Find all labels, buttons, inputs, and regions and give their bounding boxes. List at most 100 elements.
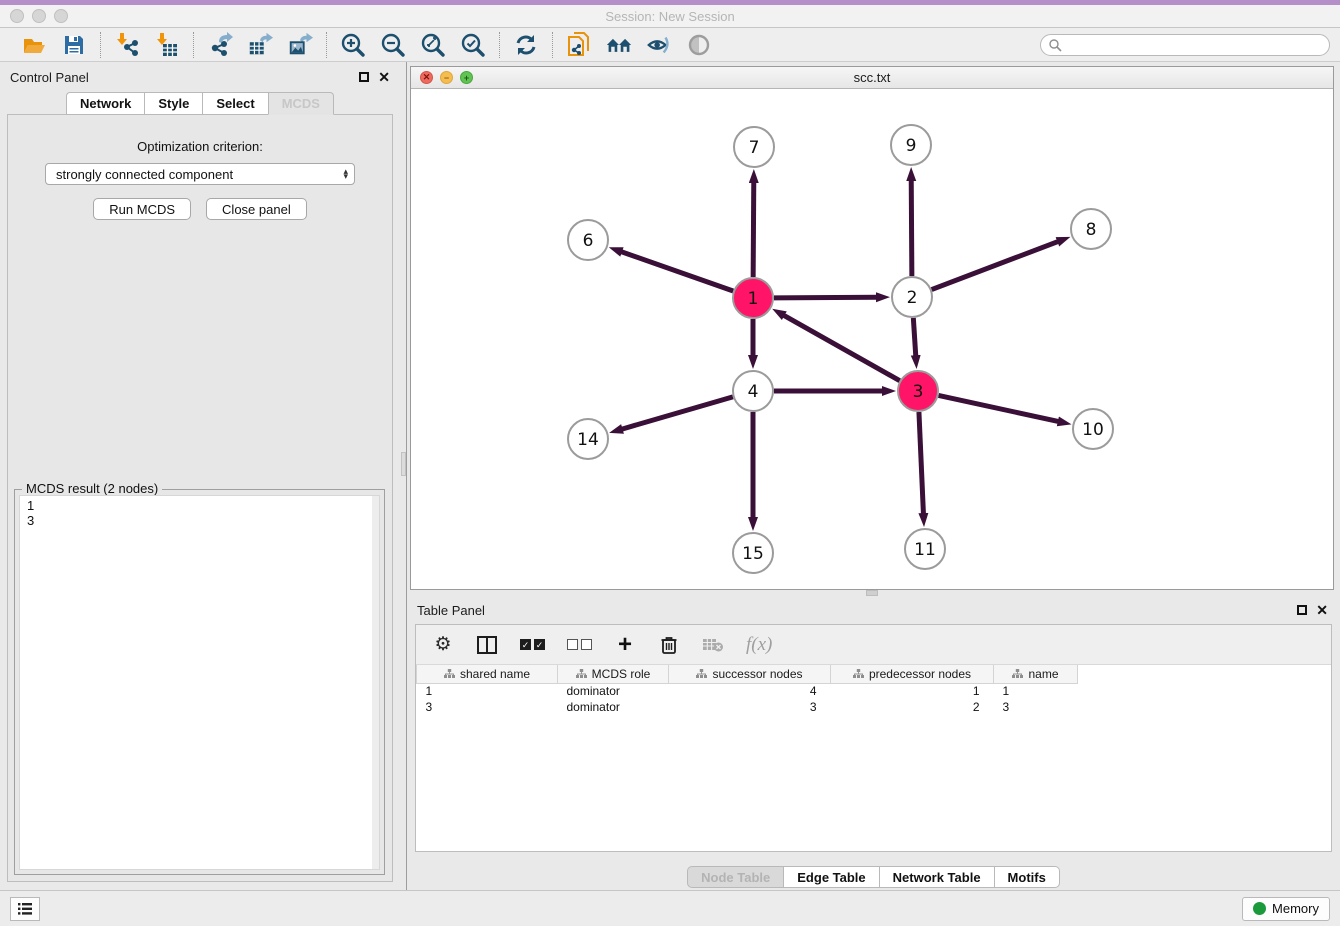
graph-node-11[interactable]: 11 — [905, 529, 945, 569]
export-network-button[interactable] — [207, 32, 233, 58]
network-file-icon — [566, 31, 592, 59]
mcds-result-group: MCDS result (2 nodes) 1 3 — [14, 489, 385, 875]
cell-shared-name[interactable]: 1 — [417, 683, 558, 699]
split-columns-button[interactable] — [476, 633, 498, 657]
column-header-name[interactable]: name — [994, 665, 1078, 683]
cell-MCDS-role[interactable]: dominator — [558, 683, 669, 699]
edge-2-9[interactable] — [911, 180, 912, 276]
node-table-container: ⚙ ✓✓ + f(x) shared nameMCD — [415, 624, 1332, 852]
graph-node-10[interactable]: 10 — [1073, 409, 1113, 449]
splitter-grip[interactable] — [401, 452, 406, 476]
cell-predecessor-nodes[interactable]: 2 — [831, 699, 994, 715]
cell-name[interactable]: 3 — [994, 699, 1078, 715]
import-table-button[interactable] — [154, 32, 180, 58]
graph-node-8[interactable]: 8 — [1071, 209, 1111, 249]
edge-1-6[interactable] — [621, 252, 733, 291]
network-file-button[interactable] — [566, 32, 592, 58]
split-columns-icon — [477, 636, 497, 654]
import-network-button[interactable] — [114, 32, 140, 58]
node-label: 11 — [914, 540, 936, 560]
tab-edge-table[interactable]: Edge Table — [783, 866, 878, 888]
zoom-selected-button[interactable] — [460, 32, 486, 58]
edge-3-10[interactable] — [939, 395, 1059, 421]
zoom-in-button[interactable] — [340, 32, 366, 58]
show-all-button[interactable] — [686, 32, 712, 58]
network-graph[interactable]: 7 9 6 8 1 2 4 3 14 10 15 11 — [411, 89, 1331, 587]
delete-table-button[interactable] — [702, 633, 724, 657]
network-resize-grip[interactable] — [866, 590, 878, 596]
zoom-out-button[interactable] — [380, 32, 406, 58]
edge-2-8[interactable] — [932, 241, 1059, 289]
close-table-panel-icon[interactable]: ✕ — [1316, 603, 1328, 617]
network-close-button[interactable]: ✕ — [420, 71, 433, 84]
close-panel-icon[interactable]: ✕ — [378, 70, 390, 84]
float-table-panel-icon[interactable] — [1297, 605, 1307, 615]
save-session-button[interactable] — [61, 32, 87, 58]
graph-node-6[interactable]: 6 — [568, 220, 608, 260]
edge-1-7[interactable] — [753, 182, 754, 277]
graph-node-14[interactable]: 14 — [568, 419, 608, 459]
tab-network[interactable]: Network — [66, 92, 144, 115]
cell-successor-nodes[interactable]: 3 — [669, 699, 831, 715]
column-header-shared-name[interactable]: shared name — [417, 665, 558, 683]
zoom-fit-button[interactable] — [420, 32, 446, 58]
add-column-button[interactable]: + — [614, 633, 636, 657]
table-row[interactable]: 3dominator323 — [417, 699, 1332, 715]
tab-mcds[interactable]: MCDS — [268, 92, 334, 115]
network-canvas[interactable]: 7 9 6 8 1 2 4 3 14 10 15 11 — [411, 89, 1333, 589]
table-settings-button[interactable]: ⚙ — [432, 633, 454, 657]
delete-column-button[interactable] — [658, 633, 680, 657]
hide-selected-button[interactable] — [646, 32, 672, 58]
panel-splitter[interactable] — [400, 62, 407, 890]
cell-shared-name[interactable]: 3 — [417, 699, 558, 715]
search-input[interactable] — [1062, 36, 1329, 54]
column-header-predecessor-nodes[interactable]: predecessor nodes — [831, 665, 994, 683]
graph-node-3[interactable]: 3 — [898, 371, 938, 411]
close-panel-button[interactable]: Close panel — [206, 198, 307, 220]
edge-4-14[interactable] — [622, 397, 733, 429]
column-header-MCDS-role[interactable]: MCDS role — [558, 665, 669, 683]
mcds-result-text[interactable]: 1 3 — [19, 495, 380, 870]
table-row[interactable]: 1dominator411 — [417, 683, 1332, 699]
tab-motifs[interactable]: Motifs — [994, 866, 1060, 888]
deselect-all-button[interactable] — [567, 633, 592, 657]
export-image-button[interactable] — [287, 32, 313, 58]
graph-node-4[interactable]: 4 — [733, 371, 773, 411]
tab-style[interactable]: Style — [144, 92, 202, 115]
edge-2-3[interactable] — [913, 318, 915, 356]
tab-node-table[interactable]: Node Table — [687, 866, 783, 888]
home-button[interactable] — [606, 32, 632, 58]
node-label: 8 — [1086, 220, 1097, 240]
mcds-result-scrollbar[interactable] — [372, 496, 379, 869]
cell-MCDS-role[interactable]: dominator — [558, 699, 669, 715]
graph-node-2[interactable]: 2 — [892, 277, 932, 317]
graph-node-1[interactable]: 1 — [733, 278, 773, 318]
float-panel-icon[interactable] — [359, 72, 369, 82]
open-file-button[interactable] — [21, 32, 47, 58]
task-history-button[interactable] — [10, 897, 40, 921]
run-mcds-button[interactable]: Run MCDS — [93, 198, 191, 220]
column-header-successor-nodes[interactable]: successor nodes — [669, 665, 831, 683]
edge-3-1[interactable] — [783, 315, 899, 381]
tab-network-table[interactable]: Network Table — [879, 866, 994, 888]
graph-node-7[interactable]: 7 — [734, 127, 774, 167]
graph-node-15[interactable]: 15 — [733, 533, 773, 573]
tab-select[interactable]: Select — [202, 92, 267, 115]
graph-node-9[interactable]: 9 — [891, 125, 931, 165]
search-field[interactable] — [1040, 34, 1330, 56]
cell-predecessor-nodes[interactable]: 1 — [831, 683, 994, 699]
export-table-button[interactable] — [247, 32, 273, 58]
optimization-criterion-select[interactable]: strongly connected component ▴▾ — [45, 163, 355, 185]
select-all-button[interactable]: ✓✓ — [520, 633, 545, 657]
refresh-button[interactable] — [513, 32, 539, 58]
edge-1-2[interactable] — [774, 297, 877, 298]
memory-button[interactable]: Memory — [1242, 897, 1330, 921]
network-window-titlebar[interactable]: ✕ − + scc.txt — [411, 67, 1333, 89]
cell-name[interactable]: 1 — [994, 683, 1078, 699]
cell-successor-nodes[interactable]: 4 — [669, 683, 831, 699]
network-maximize-button[interactable]: + — [460, 71, 473, 84]
eye-slash-icon — [646, 33, 672, 57]
function-builder-button[interactable]: f(x) — [746, 633, 772, 657]
edge-3-11[interactable] — [919, 412, 924, 514]
network-minimize-button[interactable]: − — [440, 71, 453, 84]
